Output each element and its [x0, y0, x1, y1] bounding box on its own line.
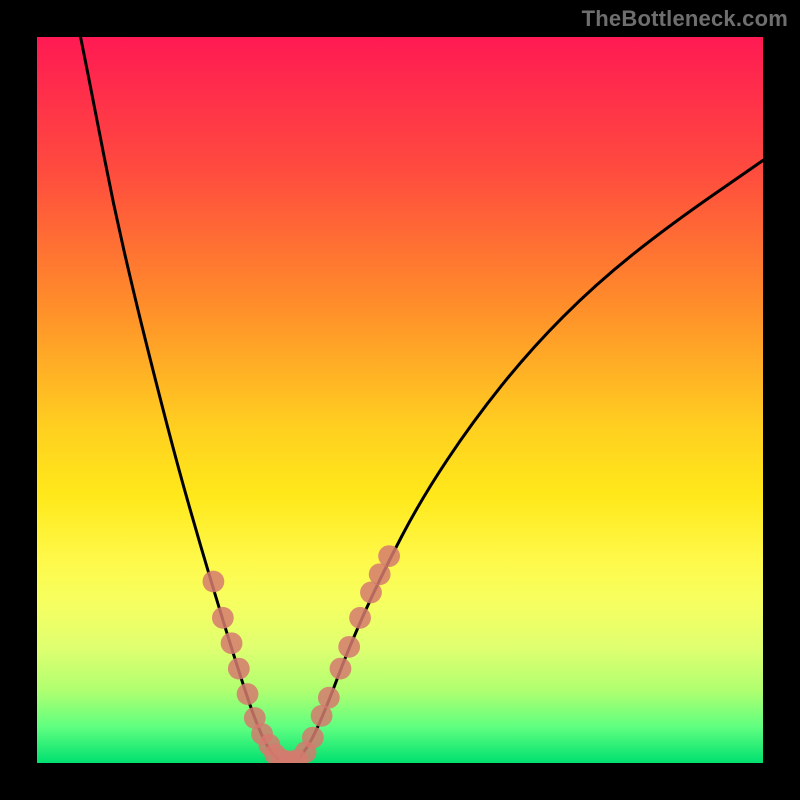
chart-plot-area	[37, 37, 763, 763]
data-point-right-1	[302, 727, 324, 749]
data-point-right-4	[330, 658, 352, 680]
data-point-right-9	[378, 545, 400, 567]
data-point-right-3	[318, 687, 340, 709]
curve-right	[298, 160, 763, 759]
curve-group	[81, 37, 763, 759]
watermark-text: TheBottleneck.com	[582, 6, 788, 32]
chart-svg	[37, 37, 763, 763]
curve-left	[81, 37, 279, 759]
data-point-left-4	[237, 683, 259, 705]
data-point-left-3	[228, 658, 250, 680]
data-point-left-0	[203, 571, 225, 593]
data-point-left-2	[221, 632, 243, 654]
data-point-right-6	[349, 607, 371, 629]
data-point-right-5	[338, 636, 360, 658]
chart-frame: TheBottleneck.com	[0, 0, 800, 800]
data-point-left-1	[212, 607, 234, 629]
